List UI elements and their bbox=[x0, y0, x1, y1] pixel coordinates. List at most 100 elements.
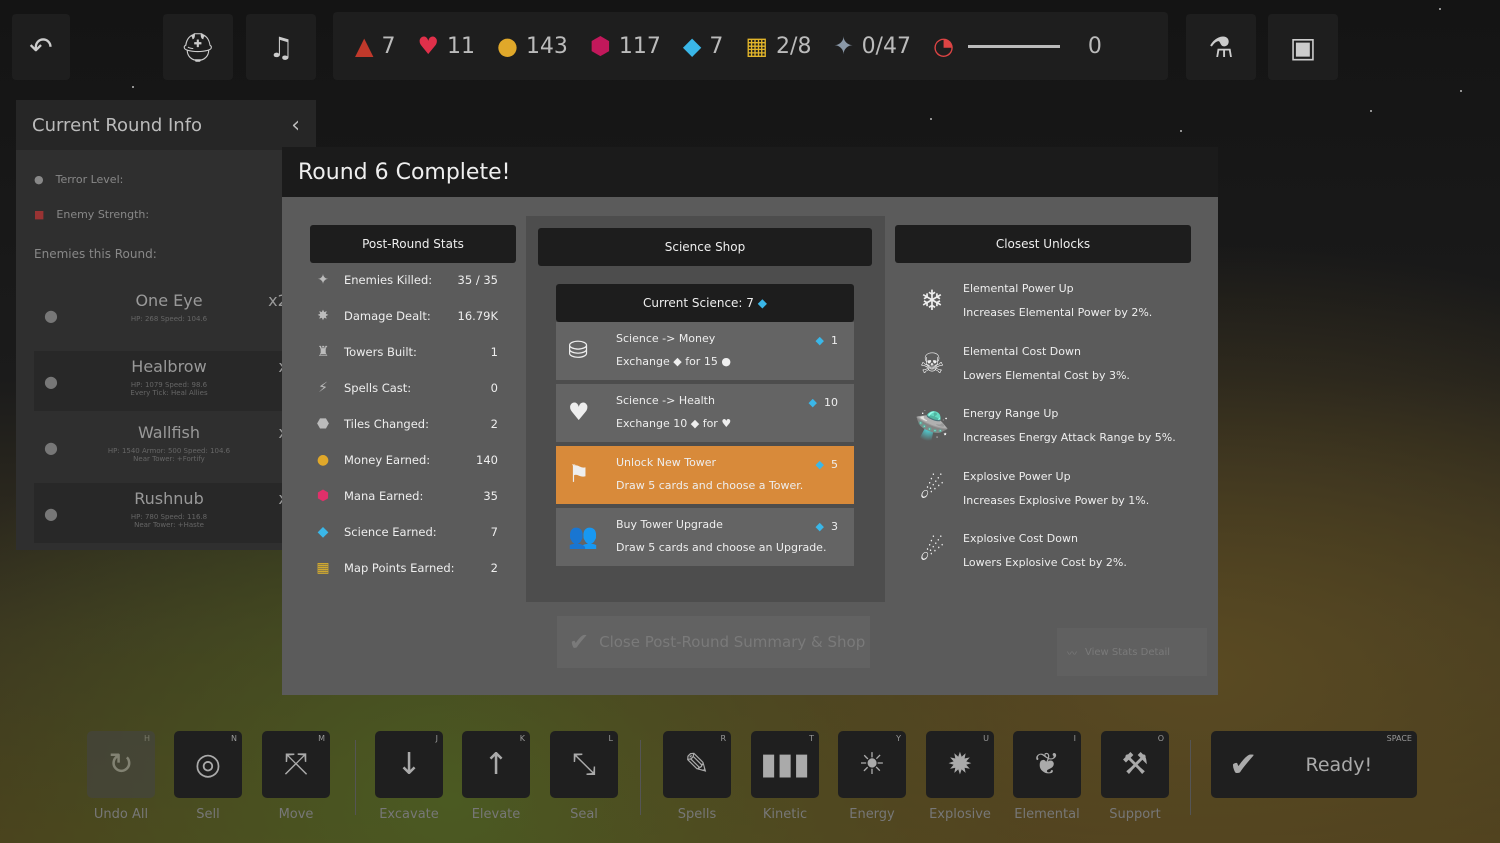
coins-icon: ● bbox=[496, 32, 518, 60]
mana-icon: ⬢ bbox=[589, 32, 611, 60]
resource-value: 2/8 bbox=[776, 33, 812, 59]
tool-label: Energy bbox=[849, 807, 895, 822]
resource-enemy: ✦ 0/47 bbox=[833, 32, 911, 60]
mana-icon: ⬢ bbox=[316, 488, 330, 504]
close-summary-button[interactable]: ✔ Close Post-Round Summary & Shop bbox=[557, 616, 870, 668]
unlock-desc: Increases Explosive Power by 1%. bbox=[963, 493, 1150, 507]
unlock-item: ☄ Explosive Power Up Increases Explosive P… bbox=[912, 466, 1202, 528]
enemy-icon: ● bbox=[44, 503, 58, 523]
stat-row: ⬢ Mana Earned: 35 bbox=[312, 478, 498, 514]
hotkey: K bbox=[519, 734, 525, 743]
tool-label: Kinetic bbox=[762, 807, 808, 822]
unlock-desc: Increases Energy Attack Range by 5%. bbox=[963, 431, 1176, 444]
resource-coins: ● 143 bbox=[497, 32, 568, 60]
map-icon: ▦ bbox=[745, 32, 769, 60]
speed-slider[interactable] bbox=[967, 44, 1060, 48]
stat-value: 1 bbox=[490, 345, 498, 359]
wand-icon: ✎ bbox=[684, 747, 710, 782]
snowflake-icon: ❄ bbox=[920, 284, 944, 317]
enemy-strength-row: ■Enemy Strength:26 bbox=[16, 197, 316, 232]
view-stats-label: View Stats Detail bbox=[1085, 646, 1171, 658]
hotkey: Y bbox=[896, 734, 901, 743]
tool-spells-button[interactable]: ✎ R bbox=[663, 731, 731, 798]
ufo-icon: 🛸 bbox=[914, 409, 950, 442]
hotkey: N bbox=[231, 734, 237, 743]
tile-icon: ⬣ bbox=[316, 416, 330, 432]
resource-bar: ▲ 7 ♥ 11 ● 143 ⬢ 117 ◆ 7 ▦ 2/8 ✦ 0/47 ◔ 0 bbox=[333, 12, 1168, 80]
leaves-icon: ❦ bbox=[1034, 747, 1060, 782]
item-desc: Draw 5 cards and choose an Upgrade. bbox=[616, 541, 827, 554]
resource-value: 117 bbox=[618, 33, 661, 59]
viking-button[interactable]: ⛑ bbox=[163, 14, 233, 80]
coins-icon: ● bbox=[316, 452, 330, 468]
chest-button[interactable]: ▣ bbox=[1268, 14, 1338, 80]
map-icon: ▦ bbox=[316, 560, 330, 576]
tool-explosive-button[interactable]: ✹ U bbox=[926, 731, 994, 798]
back-button[interactable]: ↶ bbox=[12, 14, 70, 80]
stat-row: ● Money Earned: 140 bbox=[312, 442, 498, 478]
stat-value: 0 bbox=[490, 381, 498, 395]
tool-move-button[interactable]: ⤧ M bbox=[262, 731, 330, 798]
stat-row: ✸ Damage Dealt: 16.79K bbox=[312, 298, 498, 334]
enemy-icon: ● bbox=[44, 437, 58, 457]
speed-gauge-icon: ◔ bbox=[932, 32, 954, 60]
tool-label: Sell bbox=[196, 807, 220, 822]
tool-label: Support bbox=[1109, 807, 1161, 822]
research-button[interactable]: ⚗ bbox=[1186, 14, 1256, 80]
view-stats-detail-button[interactable]: 〰 View Stats Detail bbox=[1057, 628, 1207, 676]
shop-item[interactable]: 👥 Buy Tower Upgrade Draw 5 cards and choos… bbox=[556, 508, 854, 566]
enemies-label: Enemies this Round: bbox=[34, 246, 157, 261]
tool-excavate-button[interactable]: ↓ J bbox=[375, 731, 443, 798]
sell-coin-icon: ◎ bbox=[194, 747, 222, 782]
ready-button[interactable]: ✔ Ready! SPACE bbox=[1211, 731, 1417, 798]
back-icon: ↶ bbox=[29, 30, 53, 64]
enemy-row: ●Rushnubx5HP: 780 Speed: 116.8Near Tower… bbox=[34, 483, 298, 543]
tool-support-button[interactable]: ⚒ O bbox=[1101, 731, 1169, 798]
stat-value: 2 bbox=[490, 417, 498, 431]
item-cost: ◆ 1 bbox=[815, 334, 838, 347]
tool-sell-button[interactable]: ◎ N bbox=[174, 731, 242, 798]
unlock-item: ☠ Elemental Cost Down Lowers Elemental Cos… bbox=[912, 341, 1202, 403]
item-cost: ◆ 5 bbox=[815, 458, 838, 471]
stat-row: ⬣ Tiles Changed: 2 bbox=[312, 406, 498, 442]
shop-item[interactable]: ⛁ Science -> Money Exchange ◆ for 15 ● ◆ 1 bbox=[556, 322, 854, 380]
flask-icon: ⚗ bbox=[1208, 30, 1234, 64]
unlock-desc: Lowers Elemental Cost by 3%. bbox=[963, 368, 1130, 382]
tower-icon: ♜ bbox=[316, 344, 330, 360]
collapse-chevron-icon[interactable]: ‹ bbox=[291, 113, 300, 138]
tool-label: Excavate bbox=[379, 807, 439, 822]
viking-helmet-icon: ⛑ bbox=[180, 30, 216, 64]
tool-kinetic-button[interactable]: ▮▮▮ T bbox=[751, 731, 819, 798]
stat-label: Tiles Changed: bbox=[344, 417, 429, 431]
tool-elemental-button[interactable]: ❦ I bbox=[1013, 731, 1081, 798]
sun-icon: ☀ bbox=[858, 747, 886, 782]
item-title: Buy Tower Upgrade bbox=[616, 518, 723, 531]
tool-energy-button[interactable]: ☀ Y bbox=[838, 731, 906, 798]
enemy-stats: HP: 268 Speed: 104.6 bbox=[130, 315, 208, 323]
music-button[interactable]: ♫ bbox=[246, 14, 316, 80]
hotkey: J bbox=[435, 734, 438, 743]
undo-icon: ↻ bbox=[108, 747, 134, 782]
tool-elevate-button[interactable]: ↑ K bbox=[462, 731, 530, 798]
resource-heart: ♥ 11 bbox=[417, 32, 475, 60]
check-icon: ✔ bbox=[569, 628, 590, 656]
tool-seal-button[interactable]: ⤡ L bbox=[550, 731, 618, 798]
shop-item[interactable]: ♥ Science -> Health Exchange 10 ◆ for ♥ ◆ 1… bbox=[556, 384, 854, 442]
enemy-row: ●Wallfishx7HP: 1540 Armor: 500 Speed: 10… bbox=[34, 417, 298, 477]
stat-label: Science Earned: bbox=[344, 525, 437, 539]
tool-undo-all-button[interactable]: ↻ H bbox=[87, 731, 155, 798]
support-icon: ⚒ bbox=[1121, 747, 1149, 782]
heart-plus-icon: ♥ bbox=[568, 398, 590, 426]
terror-icon: ▲ bbox=[355, 32, 374, 60]
damage-icon: ✸ bbox=[317, 308, 329, 324]
music-icon: ♫ bbox=[268, 30, 294, 64]
current-science-label: Current Science: 7 ◆ bbox=[556, 284, 854, 322]
resource-terror: ▲ 7 bbox=[355, 32, 395, 60]
hotkey: T bbox=[809, 734, 814, 743]
shop-item[interactable]: ⚑ Unlock New Tower Draw 5 cards and choose… bbox=[556, 446, 854, 504]
tool-label: Elevate bbox=[471, 807, 521, 822]
unlock-desc: Lowers Explosive Cost by 2%. bbox=[963, 556, 1127, 569]
close-label: Close Post-Round Summary & Shop bbox=[599, 633, 866, 651]
tool-label: Explosive bbox=[929, 807, 991, 822]
science-shop: Science Shop Current Science: 7 ◆ ⛁ Scien… bbox=[526, 216, 885, 602]
